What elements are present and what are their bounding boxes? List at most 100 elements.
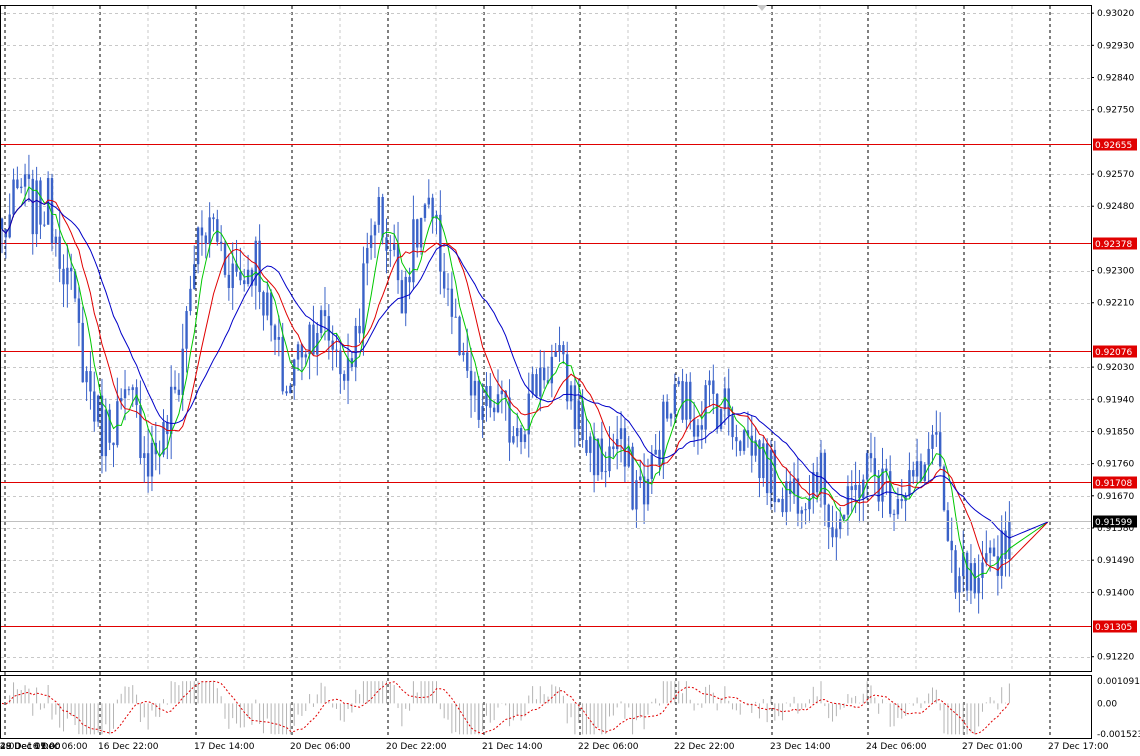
price-axis-label: 0.91400 <box>1097 588 1134 598</box>
candle-body <box>927 448 930 465</box>
candle-body <box>243 280 246 285</box>
candle-body <box>935 432 938 435</box>
candle-body <box>454 316 457 318</box>
candle-body <box>777 498 780 503</box>
candle-body <box>769 449 773 494</box>
chart-area[interactable]: 0.92655 0.92378 0.92076 0.91708 0.91305 0.93… <box>0 0 1140 756</box>
candle-body <box>304 354 307 358</box>
candle-body <box>604 471 607 473</box>
candle-body <box>462 352 465 356</box>
candle-body <box>608 446 611 472</box>
candle-body <box>877 475 880 502</box>
candle-body <box>219 241 223 244</box>
candle-body <box>408 276 411 283</box>
candle-body <box>523 434 527 443</box>
candle-body <box>93 391 96 422</box>
candle-body <box>865 453 869 480</box>
candle-body <box>296 344 300 360</box>
time-axis-label: 27 Dec 01:00 <box>962 742 1023 752</box>
level-label: 0.91305 <box>1095 623 1132 633</box>
candle-body <box>385 237 388 251</box>
candle-body <box>600 438 604 472</box>
price-axis-label: 0.91490 <box>1097 556 1134 566</box>
time-axis-label: 20 Dec 06:00 <box>290 742 351 752</box>
candle-body <box>869 453 873 459</box>
candle-body <box>873 458 877 476</box>
candle-body <box>988 547 992 554</box>
candle-body <box>181 348 184 395</box>
candle-body <box>104 409 108 457</box>
candle-body <box>616 438 619 450</box>
candle-body <box>185 311 188 349</box>
candle-body <box>0 218 4 230</box>
candle-body <box>958 576 961 593</box>
candle-body <box>715 393 719 429</box>
candle-body <box>127 389 131 391</box>
candle-body <box>335 349 338 351</box>
price-axis-label: 0.92480 <box>1097 202 1134 212</box>
candle-body <box>293 359 296 386</box>
candle-body <box>166 422 169 435</box>
candle-body <box>635 480 638 510</box>
candle-body <box>900 499 903 502</box>
osc-axis-label: 0.00 <box>1097 699 1117 709</box>
candle-body <box>612 446 615 450</box>
candle-body <box>554 351 557 357</box>
candle-body <box>650 454 654 479</box>
price-axis-label: 0.92750 <box>1097 106 1134 116</box>
candle-body <box>204 235 207 244</box>
candle-body <box>885 468 888 472</box>
candle-body <box>731 415 734 438</box>
candle-body <box>908 470 911 496</box>
candle-body <box>589 436 592 453</box>
price-axis-label: 0.92930 <box>1097 41 1134 51</box>
candle-body <box>654 449 657 455</box>
candle-body <box>35 180 38 235</box>
level-label: 0.92378 <box>1095 240 1132 250</box>
candle-body <box>373 224 377 236</box>
candle-body <box>442 271 446 289</box>
time-axis-label: 16 Dec 22:00 <box>98 742 159 752</box>
candle-body <box>758 440 761 479</box>
candle-body <box>400 280 404 314</box>
time-axis-label: 20 Dec 22:00 <box>386 742 447 752</box>
candle-body <box>850 486 853 491</box>
candle-body <box>269 292 273 326</box>
candle-body <box>85 371 88 383</box>
candle-body <box>450 288 454 317</box>
candle-body <box>423 204 427 218</box>
candle-body <box>70 267 73 272</box>
candle-body <box>212 217 215 220</box>
candle-body <box>977 577 980 594</box>
candle-body <box>550 356 554 384</box>
candle-body <box>227 274 231 288</box>
price-axis-label: 0.92840 <box>1097 74 1134 84</box>
candle-body <box>1000 530 1003 576</box>
candle-body <box>569 385 573 402</box>
candle-body <box>785 481 788 513</box>
candle-body <box>481 406 484 420</box>
candle-body <box>912 470 915 477</box>
candle-body <box>485 385 488 407</box>
candle-body <box>343 374 346 381</box>
candle-body <box>919 461 923 481</box>
candle-body <box>669 413 673 419</box>
candle-body <box>854 484 857 491</box>
candle-body <box>858 484 861 499</box>
candle-body <box>12 179 15 215</box>
price-axis-label: 0.92030 <box>1097 363 1134 373</box>
candle-body <box>431 197 434 219</box>
candle-body <box>639 476 642 481</box>
candle-body <box>54 236 58 244</box>
candle-body <box>16 179 19 189</box>
candle-body <box>173 386 177 390</box>
candle-body <box>539 367 542 397</box>
candle-body <box>43 224 46 226</box>
candle-body <box>512 436 515 443</box>
candle-body <box>389 249 392 251</box>
candle-body <box>500 390 504 395</box>
candle-body <box>139 405 142 458</box>
candle-body <box>681 381 684 420</box>
candle-body <box>377 197 381 225</box>
candle-body <box>20 186 23 189</box>
